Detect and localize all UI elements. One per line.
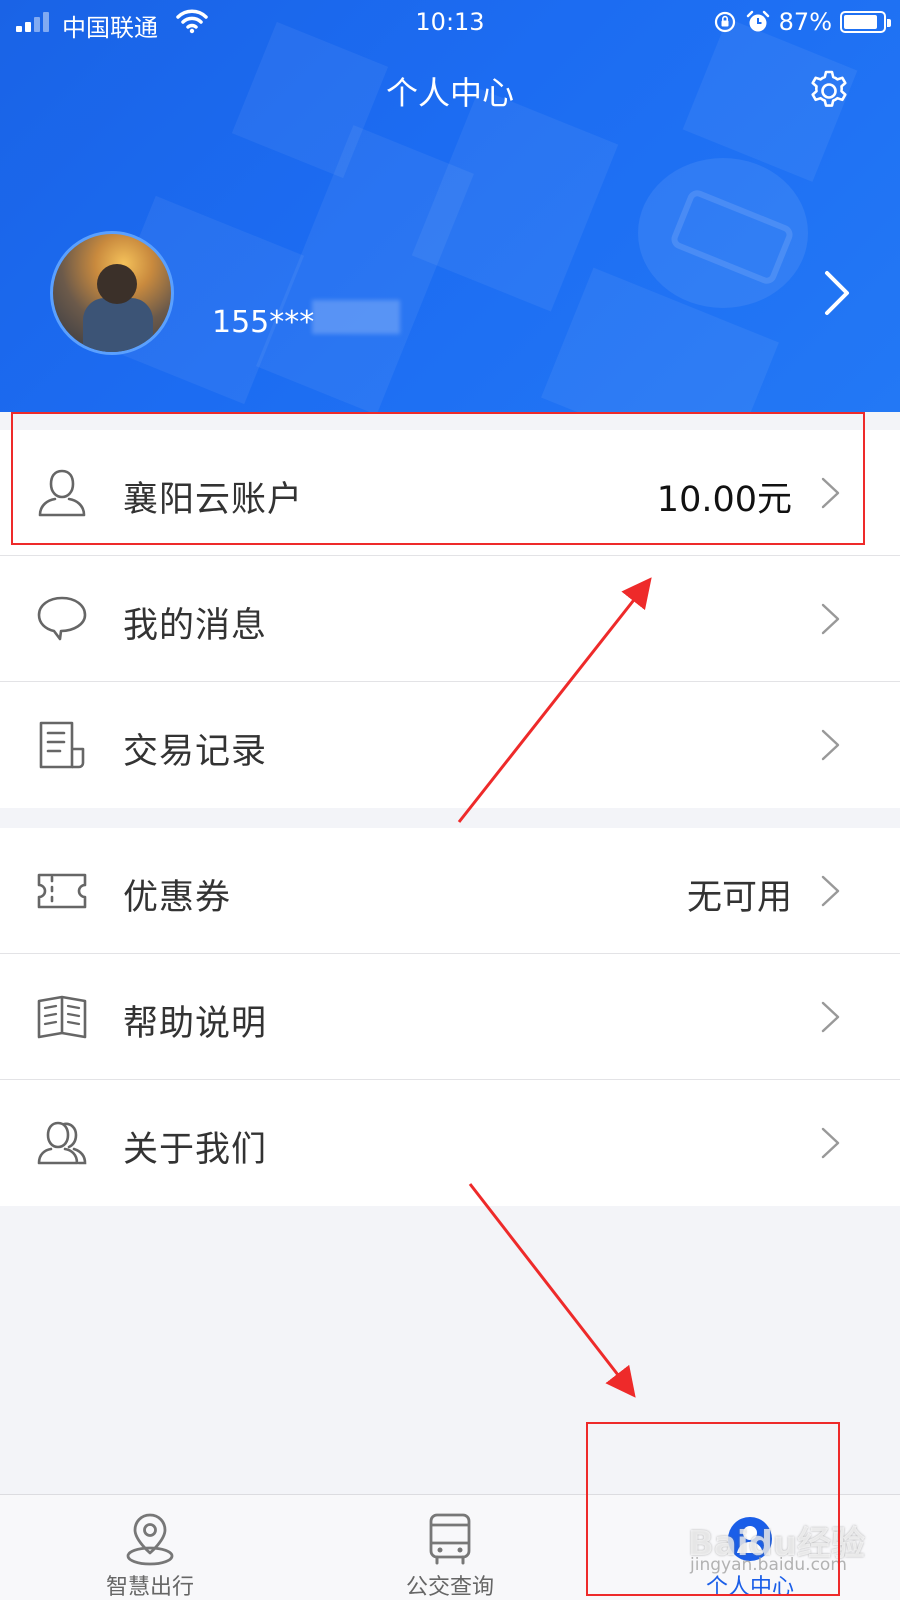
menu-item-label: 襄阳云账户 [123, 480, 304, 520]
avatar-photo-head [97, 264, 137, 304]
orientation-lock-icon [714, 11, 735, 33]
menu-item-label: 优惠券 [123, 878, 232, 918]
baidu-watermark-url: jingyan.baidu.com [690, 1555, 847, 1575]
menu-group-account: 襄阳云账户 10.00元 我的消息 交易记录 [0, 430, 900, 808]
menu-item-transactions[interactable]: 交易记录 [0, 682, 900, 808]
menu-item-label: 我的消息 [123, 606, 268, 646]
tab-label: 智慧出行 [105, 1575, 194, 1600]
chevron-right-icon [821, 875, 840, 907]
profile-header: 中国联通 10:13 87% 个人中心 155*** [0, 0, 900, 412]
chevron-right-icon [821, 477, 840, 509]
bus-icon [429, 1513, 471, 1565]
user-icon [38, 469, 86, 517]
menu-item-messages[interactable]: 我的消息 [0, 556, 900, 682]
chevron-right-icon [821, 729, 840, 761]
menu-item-label: 帮助说明 [123, 1004, 268, 1044]
coupon-status: 无可用 [686, 878, 792, 918]
battery-fill [844, 15, 878, 29]
avatar[interactable] [50, 231, 174, 355]
book-icon [37, 995, 87, 1039]
battery-icon [840, 11, 891, 33]
menu-item-cloud-account[interactable]: 襄阳云账户 10.00元 [0, 430, 900, 556]
menu-item-label: 交易记录 [123, 732, 268, 772]
tab-label: 公交查询 [405, 1575, 494, 1600]
tab-smart-travel[interactable]: 智慧出行 [0, 1495, 300, 1600]
menu-item-help[interactable]: 帮助说明 [0, 954, 900, 1080]
coupon-icon [37, 873, 87, 909]
settings-gear-icon[interactable] [806, 68, 852, 114]
status-bar: 中国联通 10:13 87% [0, 0, 900, 46]
page-title: 个人中心 [385, 74, 514, 112]
status-right: 87% [713, 8, 891, 36]
battery-percent: 87% [778, 8, 832, 36]
chevron-right-icon [821, 603, 840, 635]
chevron-right-icon [821, 1001, 840, 1033]
message-icon [37, 596, 87, 641]
annotation-arrow-down [468, 1183, 636, 1398]
account-balance: 10.00元 [656, 480, 792, 520]
location-pin-icon [126, 1513, 174, 1566]
user-phone: 155*** [212, 305, 315, 340]
tab-bus-query[interactable]: 公交查询 [300, 1495, 600, 1600]
receipt-icon [39, 721, 85, 769]
car-decoration-icon [638, 158, 808, 308]
menu-item-about[interactable]: 关于我们 [0, 1080, 900, 1206]
alarm-icon [746, 10, 769, 32]
menu-item-coupons[interactable]: 优惠券 无可用 [0, 828, 900, 954]
users-icon [37, 1121, 87, 1165]
menu-group-more: 优惠券 无可用 帮助说明 关于我们 [0, 828, 900, 1206]
chevron-right-icon [821, 1127, 840, 1159]
header-decoration [411, 88, 619, 312]
profile-chevron-right-icon[interactable] [822, 270, 852, 316]
phone-mask [312, 300, 400, 334]
avatar-photo-figure [83, 298, 153, 352]
menu-item-label: 关于我们 [123, 1130, 268, 1170]
